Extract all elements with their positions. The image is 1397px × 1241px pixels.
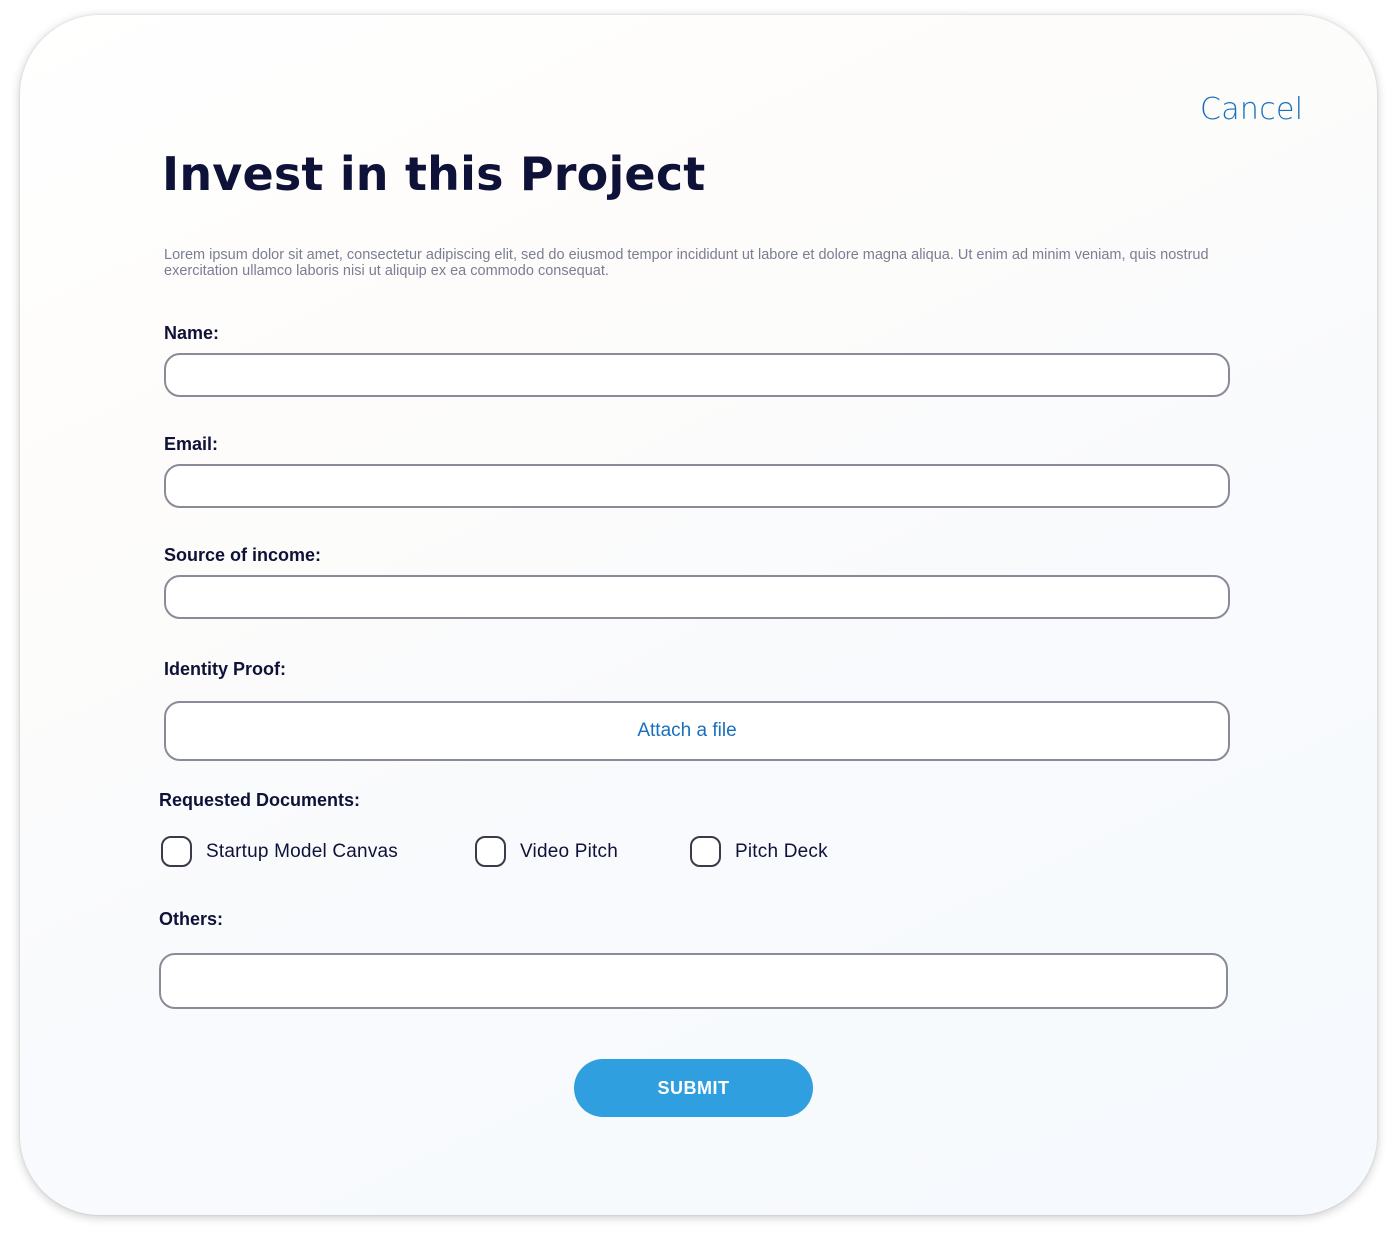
checkbox-startup-model-canvas[interactable]: Startup Model Canvas bbox=[161, 836, 398, 867]
name-label: Name: bbox=[164, 323, 220, 343]
attach-file-button[interactable]: Attach a file bbox=[164, 701, 1230, 761]
requested-documents-label: Requested Documents: bbox=[159, 790, 361, 810]
submit-button[interactable]: SUBMIT bbox=[574, 1059, 813, 1117]
checkbox-pitch-deck[interactable]: Pitch Deck bbox=[690, 836, 828, 867]
cancel-button[interactable]: Cancel bbox=[1200, 92, 1303, 127]
identity-proof-label: Identity Proof: bbox=[164, 659, 286, 679]
income-label: Source of income: bbox=[164, 545, 322, 565]
checkbox-box[interactable] bbox=[161, 836, 192, 867]
name-input[interactable] bbox=[164, 353, 1230, 397]
checkbox-video-pitch[interactable]: Video Pitch bbox=[475, 836, 618, 867]
email-label: Email: bbox=[164, 434, 219, 454]
income-input[interactable] bbox=[164, 575, 1230, 619]
attach-file-label: Attach a file bbox=[637, 720, 737, 741]
checkbox-box[interactable] bbox=[475, 836, 506, 867]
checkbox-label: Video Pitch bbox=[520, 840, 618, 862]
email-input[interactable] bbox=[164, 464, 1230, 508]
page-title: Invest in this Project bbox=[162, 147, 706, 201]
others-label: Others: bbox=[159, 909, 224, 929]
checkbox-box[interactable] bbox=[690, 836, 721, 867]
checkbox-label: Startup Model Canvas bbox=[206, 840, 398, 862]
others-input[interactable] bbox=[159, 953, 1228, 1009]
checkbox-label: Pitch Deck bbox=[735, 840, 828, 862]
description-text: Lorem ipsum dolor sit amet, consectetur … bbox=[164, 247, 1209, 279]
